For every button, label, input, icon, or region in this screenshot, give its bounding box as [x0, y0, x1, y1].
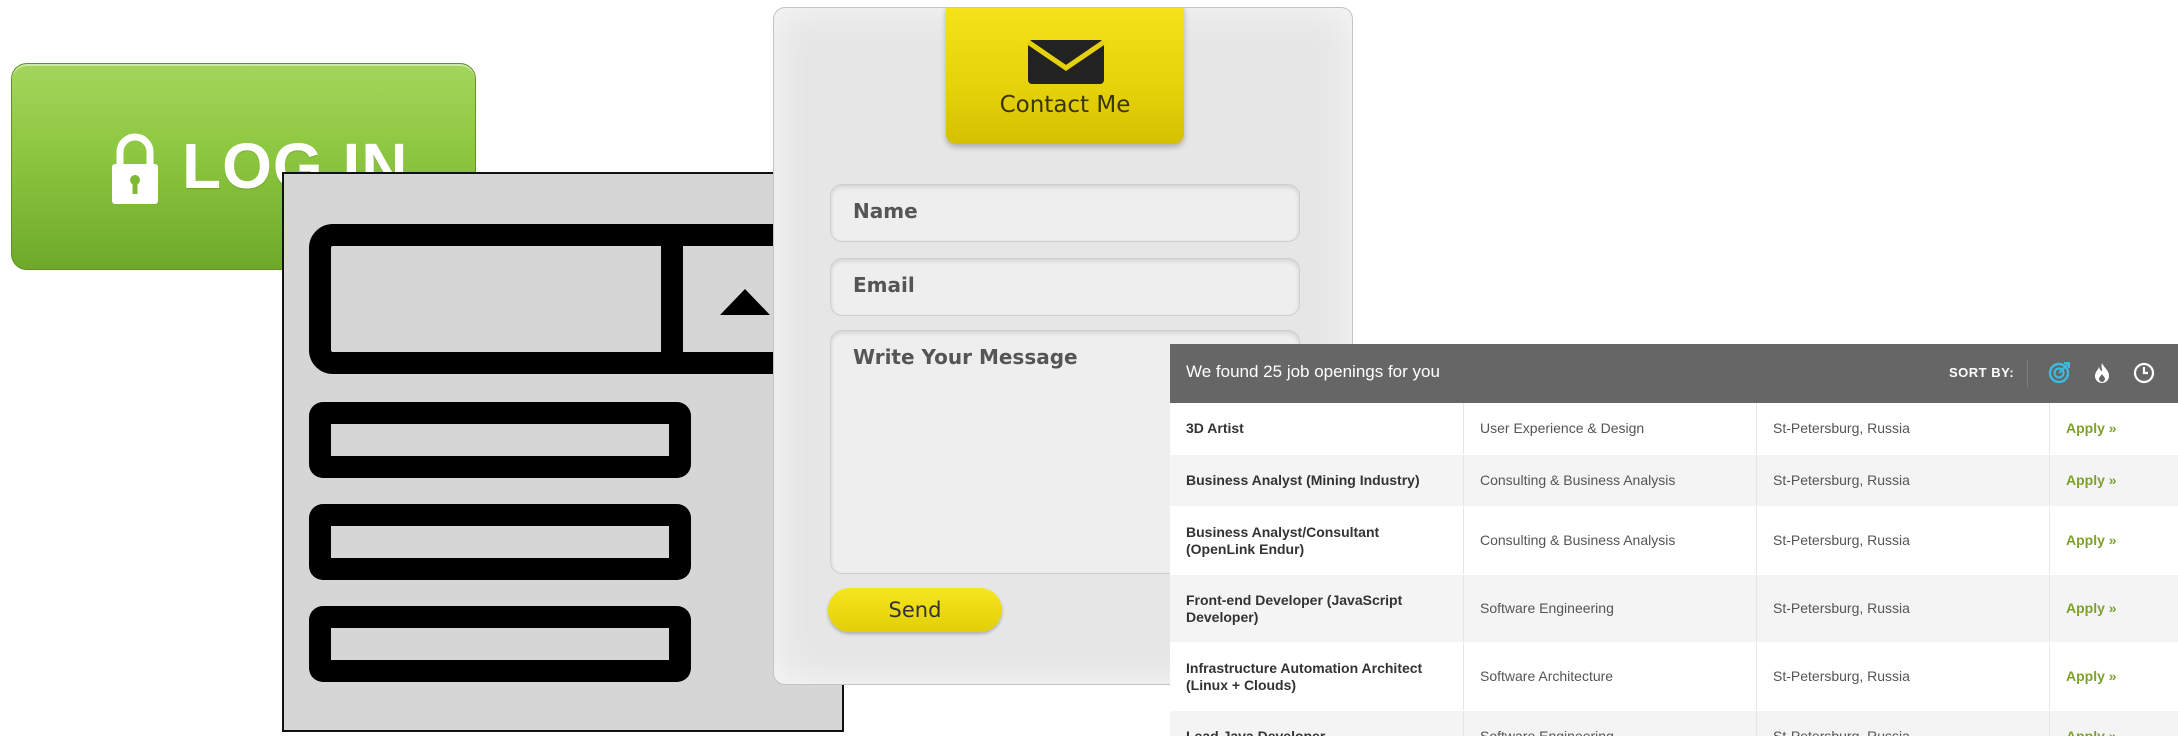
email-field[interactable]: Email — [830, 258, 1300, 316]
contact-tab[interactable]: Contact Me — [946, 8, 1184, 144]
job-title[interactable]: Business Analyst (Mining Industry) — [1170, 455, 1463, 506]
dropdown-wireframe-icon — [282, 172, 844, 732]
target-icon[interactable] — [2047, 361, 2071, 385]
apply-link[interactable]: Apply » — [2049, 455, 2178, 506]
jobs-title: We found 25 job openings for you — [1186, 362, 1440, 381]
triangle-up-icon — [720, 289, 770, 315]
job-title[interactable]: Front-end Developer (JavaScript Develope… — [1170, 575, 1463, 642]
job-location: St-Petersburg, Russia — [1756, 403, 2049, 454]
send-button[interactable]: Send — [828, 588, 1002, 632]
apply-link[interactable]: Apply » — [2049, 711, 2178, 736]
job-title[interactable]: Business Analyst/Consultant (OpenLink En… — [1170, 507, 1463, 574]
apply-link[interactable]: Apply » — [2049, 575, 2178, 642]
jobs-header: We found 25 job openings for you SORT BY… — [1170, 344, 2178, 403]
job-listings: We found 25 job openings for you SORT BY… — [1170, 344, 2178, 736]
wireframe-divider — [661, 244, 683, 356]
job-row[interactable]: Business Analyst (Mining Industry) Consu… — [1170, 455, 2178, 507]
job-title[interactable]: 3D Artist — [1170, 403, 1463, 454]
job-category: Software Architecture — [1463, 643, 1756, 710]
job-row[interactable]: Business Analyst/Consultant (OpenLink En… — [1170, 507, 2178, 575]
contact-tab-label: Contact Me — [999, 92, 1131, 118]
job-category: Consulting & Business Analysis — [1463, 455, 1756, 506]
wireframe-option — [309, 606, 691, 682]
job-title[interactable]: Lead Java Developer — [1170, 711, 1463, 736]
name-field[interactable]: Name — [830, 184, 1300, 242]
job-location: St-Petersburg, Russia — [1756, 643, 2049, 710]
job-category: Software Engineering — [1463, 711, 1756, 736]
sort-label: SORT BY: — [1949, 365, 2015, 380]
job-category: Software Engineering — [1463, 575, 1756, 642]
sort-divider — [2027, 360, 2028, 388]
lock-icon — [112, 133, 158, 204]
job-category: User Experience & Design — [1463, 403, 1756, 454]
job-row[interactable]: Front-end Developer (JavaScript Develope… — [1170, 575, 2178, 643]
job-row[interactable]: Lead Java Developer Software Engineering… — [1170, 711, 2178, 736]
apply-link[interactable]: Apply » — [2049, 643, 2178, 710]
job-location: St-Petersburg, Russia — [1756, 507, 2049, 574]
job-row[interactable]: 3D Artist User Experience & Design St-Pe… — [1170, 403, 2178, 455]
wireframe-select-box — [309, 224, 842, 374]
job-category: Consulting & Business Analysis — [1463, 507, 1756, 574]
apply-link[interactable]: Apply » — [2049, 403, 2178, 454]
job-row[interactable]: Infrastructure Automation Architect (Lin… — [1170, 643, 2178, 711]
job-location: St-Petersburg, Russia — [1756, 711, 2049, 736]
wireframe-option — [309, 402, 691, 478]
flame-icon[interactable] — [2090, 361, 2114, 385]
job-title[interactable]: Infrastructure Automation Architect (Lin… — [1170, 643, 1463, 710]
apply-link[interactable]: Apply » — [2049, 507, 2178, 574]
job-location: St-Petersburg, Russia — [1756, 575, 2049, 642]
wireframe-option — [309, 504, 691, 580]
job-location: St-Petersburg, Russia — [1756, 455, 2049, 506]
clock-icon[interactable] — [2132, 361, 2156, 385]
envelope-icon — [1026, 39, 1106, 84]
